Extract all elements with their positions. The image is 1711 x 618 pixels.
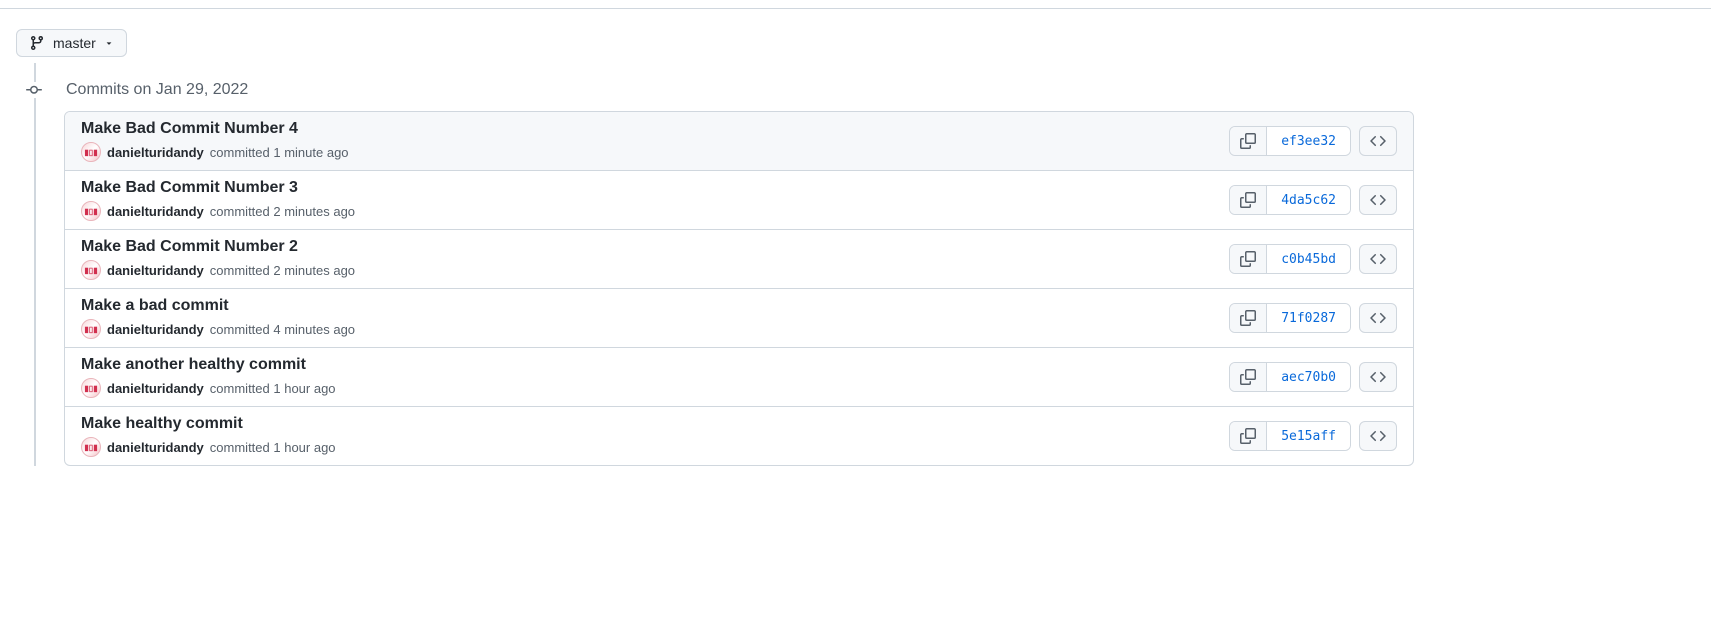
commit-meta: ▮▯▮ danielturidandy committed 2 minutes … — [81, 260, 1229, 280]
commit-title-link[interactable]: Make Bad Commit Number 2 — [81, 238, 1229, 256]
sha-button-group: ef3ee32 — [1229, 126, 1351, 156]
browse-repo-button[interactable] — [1359, 126, 1397, 156]
date-group-label: Commits on Jan 29, 2022 — [66, 81, 248, 99]
commit-meta: ▮▯▮ danielturidandy committed 4 minutes … — [81, 319, 1229, 339]
commit-item: Make another healthy commit ▮▯▮ danieltu… — [65, 348, 1413, 407]
commit-actions: 4da5c62 — [1229, 185, 1397, 215]
commit-info: Make Bad Commit Number 2 ▮▯▮ danielturid… — [81, 238, 1229, 280]
commit-actions: 71f0287 — [1229, 303, 1397, 333]
commit-item: Make a bad commit ▮▯▮ danielturidandy co… — [65, 289, 1413, 348]
sha-button-group: c0b45bd — [1229, 244, 1351, 274]
page-container: master Commits on Jan 29, 2022 Make Bad … — [0, 29, 1711, 466]
browse-repo-button[interactable] — [1359, 362, 1397, 392]
browse-repo-button[interactable] — [1359, 244, 1397, 274]
commit-time-text: committed 1 hour ago — [210, 381, 336, 396]
browse-repo-button[interactable] — [1359, 303, 1397, 333]
commit-timeline: Commits on Jan 29, 2022 Make Bad Commit … — [16, 81, 1695, 466]
commit-meta: ▮▯▮ danielturidandy committed 1 hour ago — [81, 378, 1229, 398]
sha-link[interactable]: 5e15aff — [1267, 422, 1350, 450]
code-icon — [1370, 133, 1386, 149]
commit-item: Make healthy commit ▮▯▮ danielturidandy … — [65, 407, 1413, 465]
code-icon — [1370, 369, 1386, 385]
sha-link[interactable]: 71f0287 — [1267, 304, 1350, 332]
copy-sha-button[interactable] — [1230, 363, 1267, 391]
commit-list: Make Bad Commit Number 4 ▮▯▮ danielturid… — [64, 111, 1414, 466]
sha-button-group: 71f0287 — [1229, 303, 1351, 333]
copy-icon — [1240, 192, 1256, 208]
code-icon — [1370, 310, 1386, 326]
author-link[interactable]: danielturidandy — [107, 440, 204, 455]
commit-info: Make Bad Commit Number 4 ▮▯▮ danielturid… — [81, 120, 1229, 162]
author-avatar[interactable]: ▮▯▮ — [81, 260, 101, 280]
commit-title-link[interactable]: Make healthy commit — [81, 415, 1229, 433]
commit-time-text: committed 1 hour ago — [210, 440, 336, 455]
author-avatar[interactable]: ▮▯▮ — [81, 378, 101, 398]
copy-sha-button[interactable] — [1230, 186, 1267, 214]
browse-repo-button[interactable] — [1359, 185, 1397, 215]
commit-info: Make healthy commit ▮▯▮ danielturidandy … — [81, 415, 1229, 457]
copy-icon — [1240, 251, 1256, 267]
commit-title-link[interactable]: Make Bad Commit Number 4 — [81, 120, 1229, 138]
timeline-line — [34, 63, 36, 466]
caret-down-icon — [104, 38, 114, 48]
commit-item: Make Bad Commit Number 4 ▮▯▮ danielturid… — [65, 112, 1413, 171]
commit-title-link[interactable]: Make a bad commit — [81, 297, 1229, 315]
sha-link[interactable]: 4da5c62 — [1267, 186, 1350, 214]
date-group-header: Commits on Jan 29, 2022 — [32, 81, 1695, 99]
commit-actions: 5e15aff — [1229, 421, 1397, 451]
author-link[interactable]: danielturidandy — [107, 263, 204, 278]
author-link[interactable]: danielturidandy — [107, 145, 204, 160]
copy-icon — [1240, 310, 1256, 326]
commit-item: Make Bad Commit Number 3 ▮▯▮ danielturid… — [65, 171, 1413, 230]
author-link[interactable]: danielturidandy — [107, 322, 204, 337]
copy-sha-button[interactable] — [1230, 304, 1267, 332]
sha-button-group: 4da5c62 — [1229, 185, 1351, 215]
sha-button-group: 5e15aff — [1229, 421, 1351, 451]
copy-icon — [1240, 428, 1256, 444]
commit-actions: c0b45bd — [1229, 244, 1397, 274]
commit-title-link[interactable]: Make another healthy commit — [81, 356, 1229, 374]
branch-name: master — [53, 35, 96, 51]
commit-actions: ef3ee32 — [1229, 126, 1397, 156]
author-avatar[interactable]: ▮▯▮ — [81, 319, 101, 339]
commit-title-link[interactable]: Make Bad Commit Number 3 — [81, 179, 1229, 197]
copy-sha-button[interactable] — [1230, 422, 1267, 450]
commit-time-text: committed 4 minutes ago — [210, 322, 355, 337]
author-avatar[interactable]: ▮▯▮ — [81, 142, 101, 162]
browse-repo-button[interactable] — [1359, 421, 1397, 451]
commit-time-text: committed 1 minute ago — [210, 145, 349, 160]
author-avatar[interactable]: ▮▯▮ — [81, 201, 101, 221]
sha-link[interactable]: ef3ee32 — [1267, 127, 1350, 155]
copy-sha-button[interactable] — [1230, 127, 1267, 155]
commit-info: Make Bad Commit Number 3 ▮▯▮ danielturid… — [81, 179, 1229, 221]
commit-meta: ▮▯▮ danielturidandy committed 1 minute a… — [81, 142, 1229, 162]
copy-icon — [1240, 369, 1256, 385]
sha-link[interactable]: c0b45bd — [1267, 245, 1350, 273]
commit-circle-icon — [26, 82, 42, 98]
copy-icon — [1240, 133, 1256, 149]
commit-actions: aec70b0 — [1229, 362, 1397, 392]
sha-link[interactable]: aec70b0 — [1267, 363, 1350, 391]
commit-time-text: committed 2 minutes ago — [210, 204, 355, 219]
author-link[interactable]: danielturidandy — [107, 381, 204, 396]
top-divider — [0, 8, 1711, 9]
commit-meta: ▮▯▮ danielturidandy committed 1 hour ago — [81, 437, 1229, 457]
commit-info: Make another healthy commit ▮▯▮ danieltu… — [81, 356, 1229, 398]
copy-sha-button[interactable] — [1230, 245, 1267, 273]
git-branch-icon — [29, 35, 45, 51]
commit-item: Make Bad Commit Number 2 ▮▯▮ danielturid… — [65, 230, 1413, 289]
commit-info: Make a bad commit ▮▯▮ danielturidandy co… — [81, 297, 1229, 339]
branch-selector-button[interactable]: master — [16, 29, 127, 57]
code-icon — [1370, 192, 1386, 208]
code-icon — [1370, 428, 1386, 444]
commit-meta: ▮▯▮ danielturidandy committed 2 minutes … — [81, 201, 1229, 221]
sha-button-group: aec70b0 — [1229, 362, 1351, 392]
code-icon — [1370, 251, 1386, 267]
commit-time-text: committed 2 minutes ago — [210, 263, 355, 278]
author-link[interactable]: danielturidandy — [107, 204, 204, 219]
author-avatar[interactable]: ▮▯▮ — [81, 437, 101, 457]
